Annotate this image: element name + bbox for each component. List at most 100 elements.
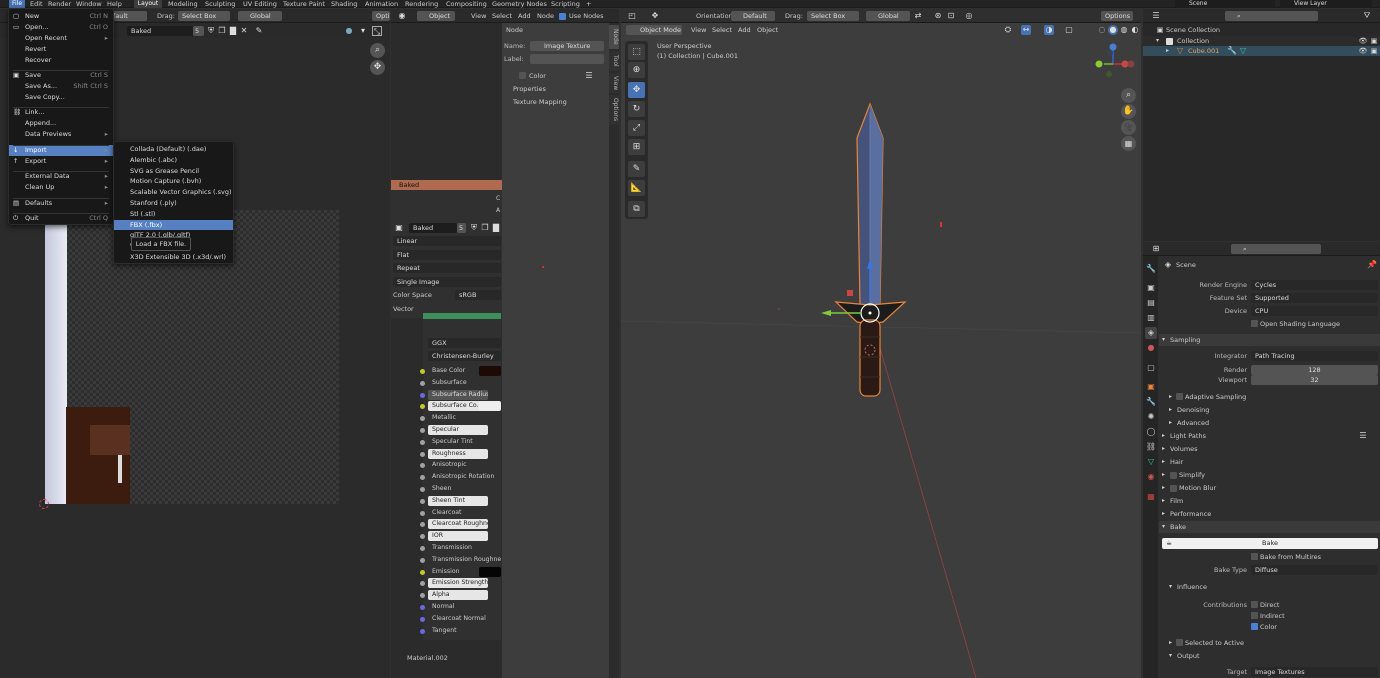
collection-checkbox[interactable] (1166, 37, 1173, 45)
viewport-samples-field[interactable]: 32 (1251, 375, 1378, 385)
panel-label[interactable]: Volumes (1170, 444, 1198, 454)
bsdf-input-row[interactable]: Metallic (428, 413, 501, 423)
add-workspace-button[interactable]: + (586, 0, 591, 9)
bsdf-input-socket[interactable] (420, 498, 425, 504)
world-tab-icon[interactable]: ● (1145, 342, 1157, 354)
bsdf-input-row[interactable]: IOR (428, 531, 488, 542)
adaptive-sampling-checkbox[interactable] (1176, 393, 1183, 400)
viewport-menu-add[interactable]: Add (738, 25, 751, 35)
bsdf-input-row[interactable]: Emission Strength (428, 578, 488, 589)
viewport-drag-dropdown[interactable]: Select Box (807, 11, 859, 21)
tab-texture-paint[interactable]: Texture Paint (283, 0, 325, 9)
shading-rendered-icon[interactable]: ◐ (1130, 25, 1140, 35)
bsdf-input-row[interactable]: Transmission Roughness (428, 555, 501, 565)
panel-label[interactable]: Motion Blur (1179, 483, 1216, 493)
output-tab-icon[interactable]: ▤ (1145, 297, 1157, 309)
bsdf-input-row[interactable]: Specular (428, 425, 488, 435)
tab-animation[interactable]: Animation (365, 0, 398, 9)
device-dropdown[interactable]: CPU (1251, 306, 1378, 316)
file-menu-item[interactable]: External Data ▸ (9, 171, 113, 182)
display-channels-icon[interactable]: ● (344, 26, 354, 36)
open-shading-checkbox[interactable] (1251, 320, 1258, 327)
pan-icon[interactable]: ✥ (370, 60, 385, 75)
color-panel-menu-icon[interactable]: ☰ (584, 71, 594, 81)
panel-expand-icon[interactable]: ▸ (1162, 431, 1165, 441)
selected-to-active-label[interactable]: Selected to Active (1185, 638, 1244, 648)
tab-compositing[interactable]: Compositing (446, 0, 487, 9)
transform-orientation-dropdown[interactable]: Global (866, 11, 910, 21)
transform-gizmo-icon[interactable]: ✥ (650, 11, 660, 21)
bake-panel-header[interactable] (1159, 521, 1380, 533)
sidebar-toggle-icon[interactable]: ⤡ (372, 26, 382, 36)
image-node-fake-user-icon[interactable]: ⛨ (469, 223, 479, 233)
node-menu-view[interactable]: View (471, 11, 486, 21)
tool-tab-icon[interactable]: 🔧 (1145, 263, 1157, 275)
image-browse-icon[interactable]: ▣ (394, 223, 404, 233)
texture-mapping-panel-label[interactable]: Texture Mapping (513, 97, 567, 107)
color-checkbox[interactable] (519, 72, 526, 79)
cube-visibility-icon[interactable]: 👁 (1358, 46, 1368, 56)
file-menu-item[interactable]: Append... (9, 118, 113, 129)
adaptive-sampling-label[interactable]: Adaptive Sampling (1185, 392, 1246, 402)
panel-label[interactable]: Light Paths (1170, 431, 1206, 441)
render-samples-field[interactable]: 128 (1251, 365, 1378, 375)
shader-type-dropdown[interactable]: Object (417, 11, 455, 21)
bsdf-input-row[interactable]: Anisotropic (428, 460, 501, 470)
new-image-icon[interactable]: ❐ (217, 26, 227, 36)
source-dropdown[interactable]: Single Image (393, 277, 501, 287)
cube-render-icon[interactable]: ▣ (1369, 46, 1379, 56)
output-expand-icon[interactable]: ▾ (1169, 651, 1172, 661)
bsdf-input-socket[interactable] (420, 428, 425, 433)
color-contribution-checkbox[interactable] (1251, 623, 1258, 630)
viewport-editor-type-icon[interactable]: ◰ (627, 11, 637, 21)
sidebar-tab-tool[interactable]: Tool (609, 51, 619, 71)
bsdf-color-swatch[interactable] (479, 366, 501, 376)
image-node-image-field[interactable]: Baked (409, 223, 457, 233)
panel-enable-checkbox[interactable] (1170, 484, 1177, 492)
panel-label[interactable]: Film (1170, 496, 1183, 506)
panel-expand-icon[interactable]: ▸ (1162, 457, 1165, 467)
outliner-search-input[interactable]: ⌕ (1225, 11, 1318, 21)
xray-icon[interactable]: ▢ (1064, 25, 1074, 35)
import-menu-item[interactable]: FBX (.fbx) (114, 219, 233, 231)
cube-mesh-icon[interactable]: ▽ (1238, 46, 1248, 56)
sampling-expand-icon[interactable]: ▾ (1162, 335, 1165, 345)
properties-editor-type-icon[interactable]: ⊞ (1151, 244, 1161, 254)
node-menu-node[interactable]: Node (537, 11, 554, 21)
image-node-header[interactable]: Baked (391, 180, 502, 190)
import-menu-item[interactable]: X3D Extensible 3D (.x3d/.wrl) (114, 252, 233, 263)
file-menu-item[interactable]: ↓ Import ▸ (9, 145, 113, 156)
options-dropdown[interactable]: Optio (372, 11, 390, 21)
proportional-edit-icon[interactable]: ◎ (964, 11, 974, 21)
node-menu-select[interactable]: Select (492, 11, 512, 21)
bsdf-input-row[interactable]: Specular Tint (428, 437, 501, 447)
file-menu-item[interactable]: ▢ New Ctrl N (9, 11, 113, 22)
viewport-menu-select[interactable]: Select (712, 25, 732, 35)
file-menu-item[interactable]: ↑ Export ▸ (9, 156, 113, 167)
pin-context-icon[interactable]: 📌 (1367, 260, 1377, 270)
viewport-options-dropdown[interactable]: Options (1101, 11, 1133, 21)
tab-shading[interactable]: Shading (331, 0, 357, 9)
render-slot-icon[interactable]: ▾ (358, 26, 368, 36)
extension-dropdown[interactable]: Repeat (393, 263, 501, 273)
bsdf-input-row[interactable]: Sheen Tint (428, 495, 488, 506)
integrator-dropdown[interactable]: Path Tracing (1251, 351, 1378, 361)
gizmo-toggle-icon[interactable]: ↔ (1021, 25, 1031, 35)
sidebar-tab-options[interactable]: Options (609, 95, 619, 125)
import-menu-item[interactable]: Stanford (.ply) (114, 198, 233, 209)
render-engine-dropdown[interactable]: Cycles (1251, 280, 1378, 290)
node-label-field[interactable] (530, 54, 604, 64)
unlink-image-icon[interactable]: ✕ (239, 26, 249, 36)
menu-file[interactable]: File (9, 0, 25, 8)
subsurface-method-dropdown[interactable]: Christensen-Burley (428, 351, 501, 361)
color-space-dropdown[interactable]: sRGB (455, 290, 501, 300)
output-label[interactable]: Output (1177, 651, 1200, 661)
panel-label[interactable]: Performance (1170, 509, 1211, 519)
bsdf-input-socket[interactable] (420, 380, 425, 386)
bsdf-input-socket[interactable] (420, 439, 425, 445)
node-panel-title[interactable]: Node (506, 25, 523, 35)
panel-enable-checkbox[interactable] (1170, 471, 1177, 479)
bsdf-input-row[interactable]: Subsurface (428, 378, 488, 388)
tab-rendering[interactable]: Rendering (405, 0, 438, 9)
indirect-checkbox[interactable] (1251, 612, 1258, 619)
